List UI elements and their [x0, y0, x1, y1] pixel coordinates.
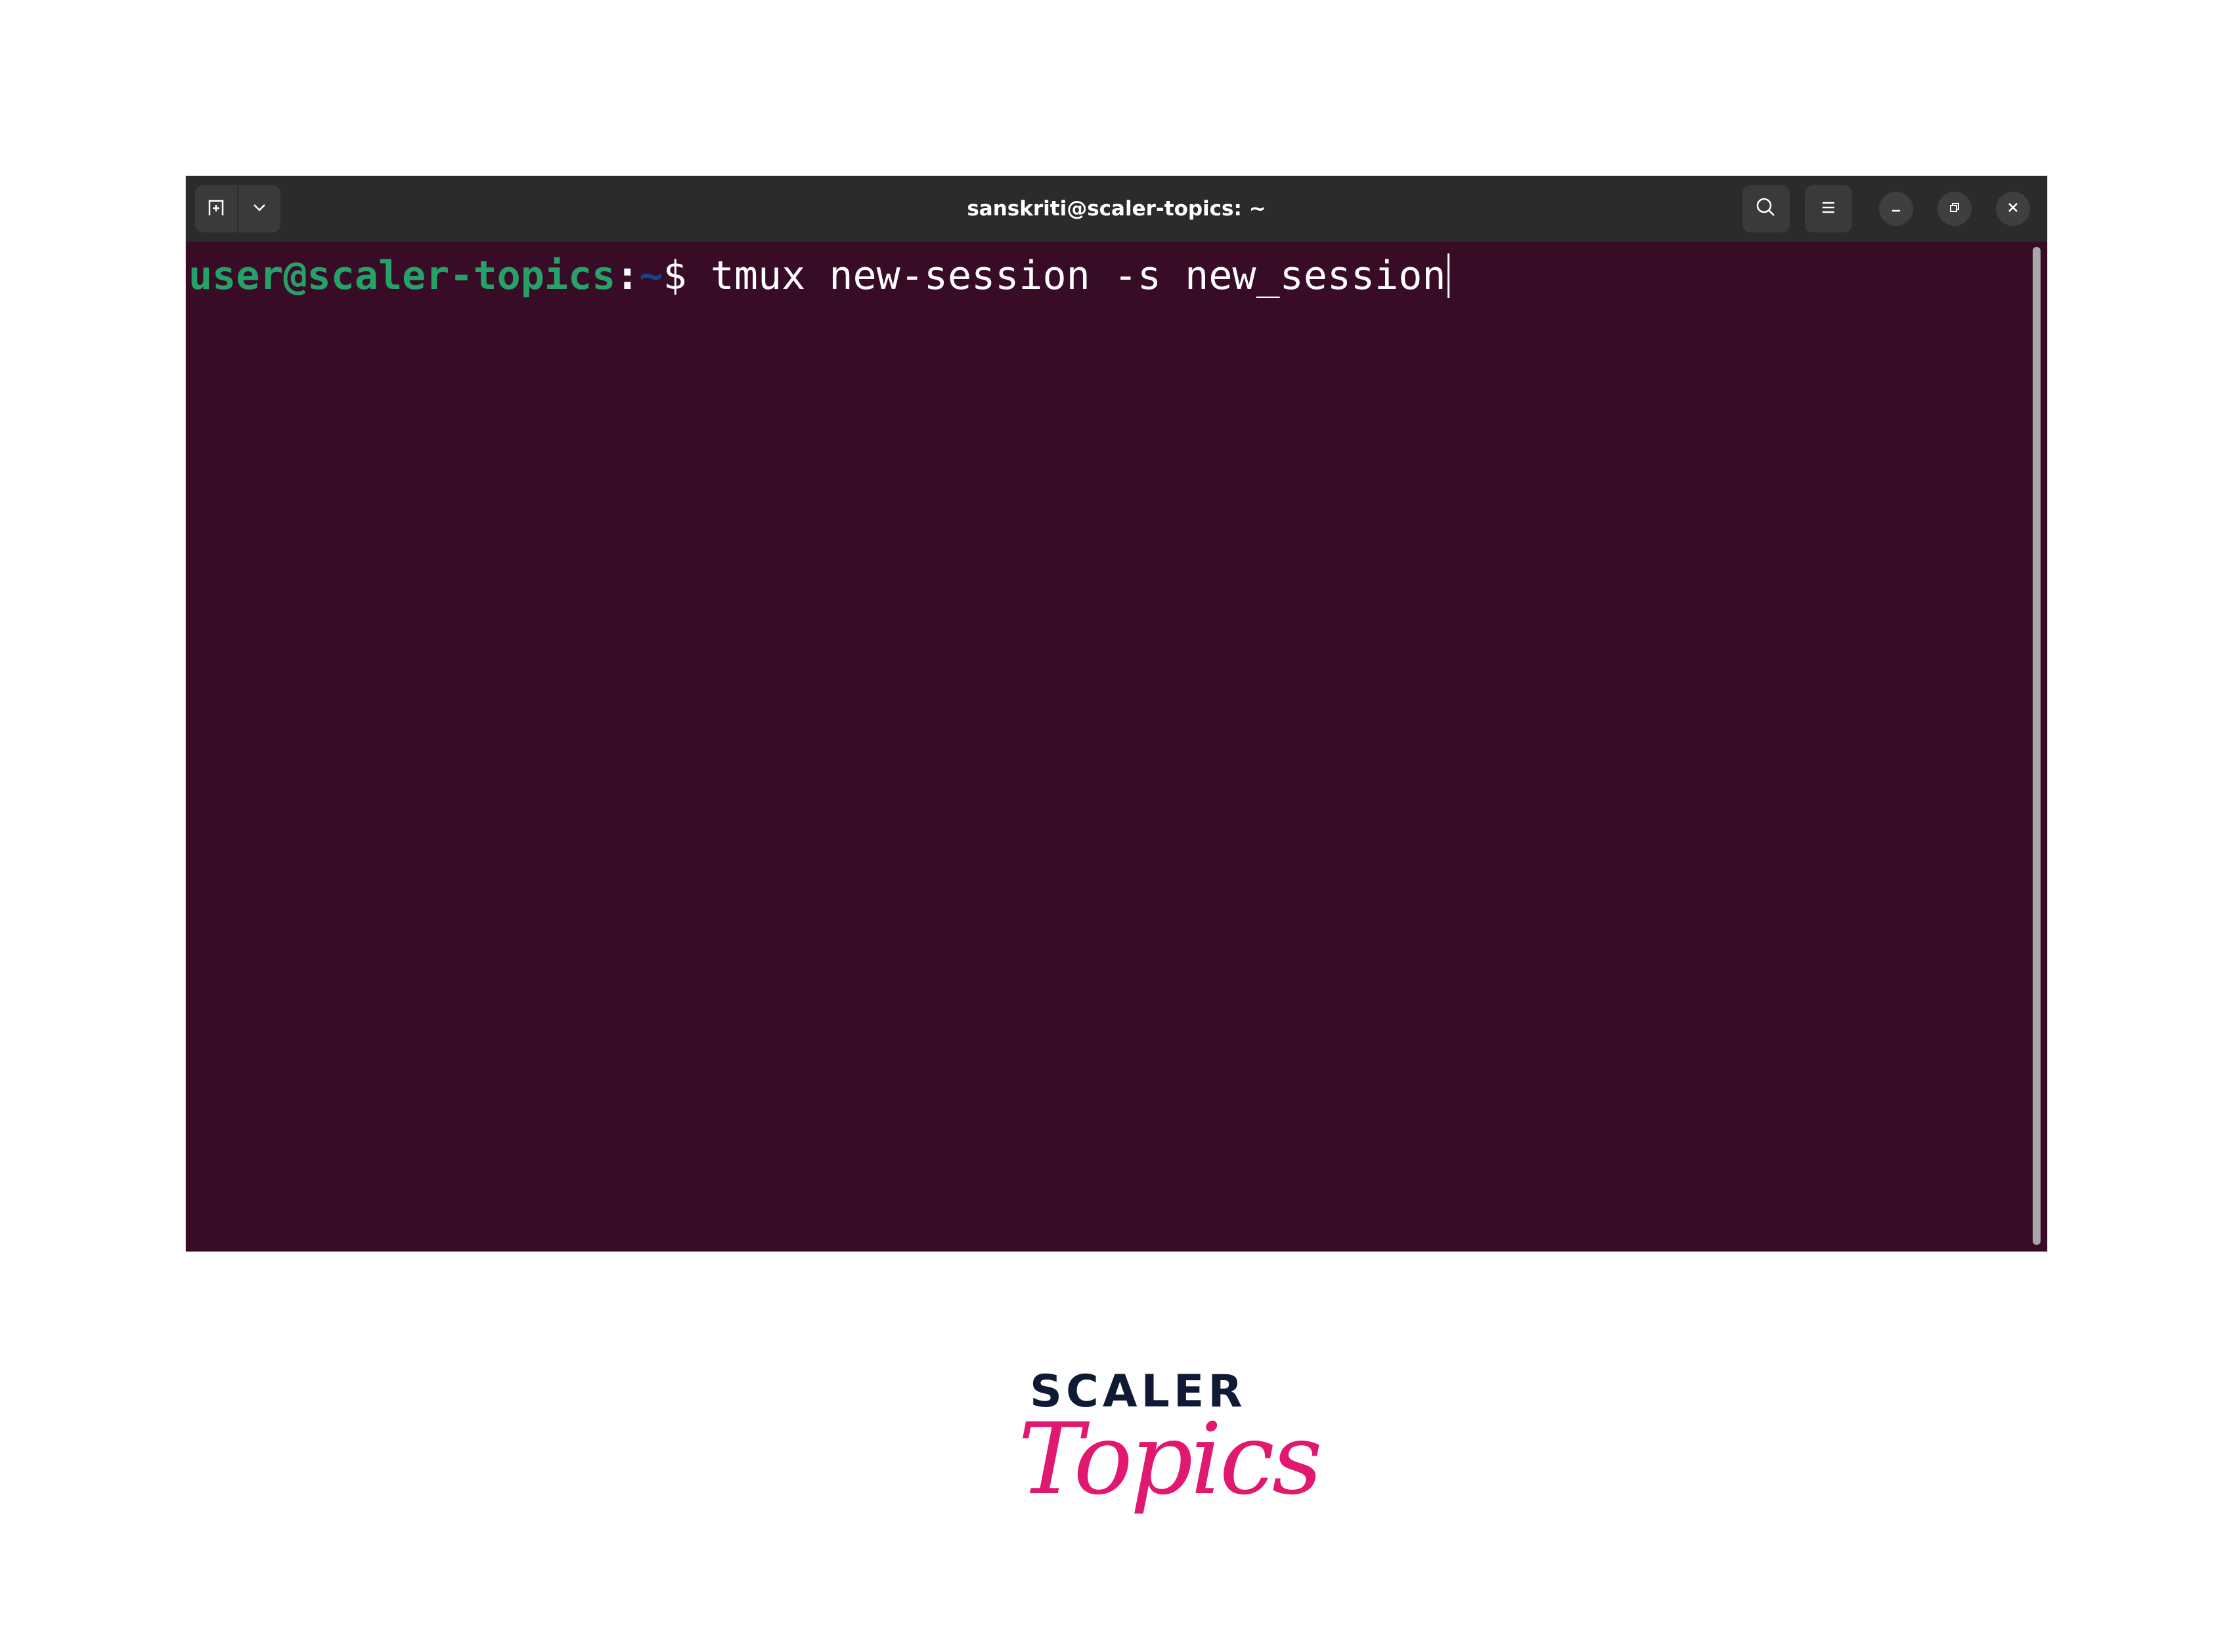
logo-topics-text: Topics	[1018, 1402, 1323, 1517]
tab-dropdown-button[interactable]	[238, 185, 280, 232]
prompt-colon: :	[615, 253, 640, 299]
tab-controls	[195, 185, 280, 232]
new-tab-icon	[206, 198, 226, 220]
minimize-button[interactable]	[1879, 192, 1913, 226]
prompt-symbol: $	[663, 253, 687, 299]
prompt-path: ~	[639, 253, 663, 299]
restore-button[interactable]	[1937, 192, 1972, 226]
terminal-window: sanskriti@scaler-topics: ~ user@scaler-t…	[186, 176, 2047, 1251]
scaler-topics-logo: SCALER Topics	[1018, 1366, 1323, 1543]
command-text: tmux new-session -s new_session	[686, 253, 1446, 299]
minimize-icon	[1888, 200, 1904, 218]
search-button[interactable]	[1742, 185, 1790, 232]
chevron-down-icon	[250, 198, 269, 219]
command-line: user@scaler-topics:~$ tmux new-session -…	[188, 250, 1449, 302]
close-icon	[2005, 200, 2021, 218]
menu-button[interactable]	[1805, 185, 1852, 232]
scrollbar[interactable]	[2033, 247, 2041, 1245]
titlebar: sanskriti@scaler-topics: ~	[186, 176, 2047, 242]
search-icon	[1755, 196, 1777, 221]
text-cursor	[1447, 253, 1449, 298]
prompt-user-host: user@scaler-topics	[188, 253, 616, 299]
close-button[interactable]	[1996, 192, 2030, 226]
new-tab-button[interactable]	[195, 185, 238, 232]
hamburger-menu-icon	[1819, 198, 1838, 220]
restore-icon	[1947, 200, 1962, 218]
terminal-content[interactable]: user@scaler-topics:~$ tmux new-session -…	[186, 242, 2047, 1251]
